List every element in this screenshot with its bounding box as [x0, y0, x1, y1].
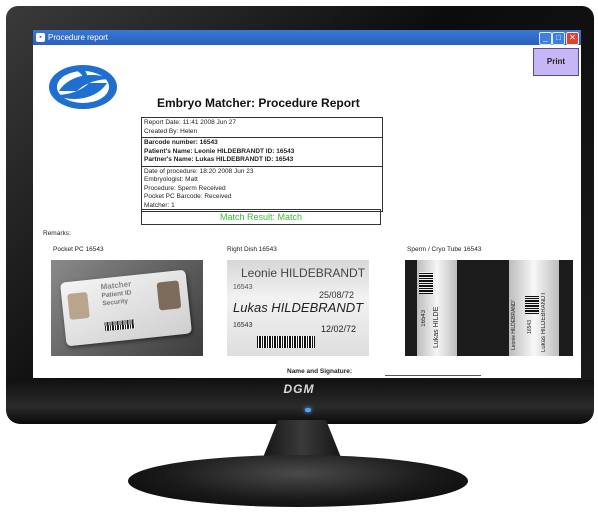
window-title: Procedure report — [48, 33, 109, 42]
maximize-button[interactable]: □ — [552, 32, 565, 45]
monitor-stand — [128, 455, 468, 507]
report-title: Embryo Matcher: Procedure Report — [157, 96, 360, 110]
pocket-pc-caption: Pocket PC 16543 — [53, 246, 104, 253]
tube-left-barcode — [419, 272, 433, 294]
signature-label: Name and Signature: — [287, 368, 353, 375]
dish-date-2: 12/02/72 — [321, 324, 357, 334]
tube-right-barcode — [525, 296, 539, 314]
signature-line[interactable] — [385, 375, 481, 376]
window-titlebar[interactable]: ▪ Procedure report _ □ ✕ — [33, 30, 581, 45]
date-of-procedure: Date of procedure: 18:20 2008 Jun 23 — [144, 167, 254, 175]
tube-left-number: 16543 — [421, 310, 427, 327]
minimize-button[interactable]: _ — [539, 32, 552, 45]
monitor-neck — [262, 420, 342, 460]
dish-name-1: Leonie HILDEBRANDT — [241, 266, 366, 280]
app-icon: ▪ — [36, 33, 45, 42]
pocket-pc-barcode: Pocket PC Barcode: Received — [144, 193, 232, 200]
barcode-number: Barcode number: 16543 — [144, 139, 218, 146]
dish-number-1: 16543 — [233, 284, 253, 291]
cryo-tube-caption: Sperm / Cryo Tube 16543 — [407, 246, 482, 253]
dish-number-2: 16543 — [233, 322, 253, 329]
tube-right: Leonie HILDEBRANDT Lukas HILDEBRANDT 165… — [509, 260, 559, 356]
card-line2: Security — [102, 297, 129, 308]
created-by: Created By: Helen — [144, 127, 198, 135]
right-dish-caption: Right Dish 16543 — [227, 246, 277, 253]
report-info-box: Report Date: 11:41 2008 Jun 27 Created B… — [141, 117, 383, 212]
tube-right-label-2: Lukas HILDEBRANDT — [541, 291, 547, 352]
patient-section: Barcode number: 16543 Patient's Name: Le… — [142, 137, 382, 166]
tube-right-label-1: Leonie HILDEBRANDT — [511, 300, 517, 350]
report-meta-section: Report Date: 11:41 2008 Jun 27 Created B… — [142, 118, 382, 137]
close-button[interactable]: ✕ — [566, 32, 579, 45]
dish-barcode — [257, 336, 315, 348]
right-dish-photo: Leonie HILDEBRANDT 16543 25/08/72 Lukas … — [227, 260, 369, 356]
tube-left: Lukas HILDE 16543 — [417, 260, 457, 356]
embryologist: Embryologist: Matt — [144, 176, 198, 183]
tube-left-label: Lukas HILDE — [433, 306, 440, 348]
clinic-logo — [49, 65, 117, 109]
tube-right-number: 16543 — [527, 320, 533, 334]
card-photo-right — [156, 280, 182, 311]
pocket-pc-photo: Matcher Patient ID Security — [51, 260, 203, 356]
dish-name-2: Lukas HILDEBRANDT — [233, 300, 364, 315]
remarks-label: Remarks: — [43, 230, 71, 237]
card-barcode — [104, 319, 136, 332]
cryo-tube-photo: Lukas HILDE 16543 Leonie HILDEBRANDT Luk… — [405, 260, 573, 356]
report-date: Report Date: 11:41 2008 Jun 27 — [144, 119, 237, 126]
dish-date-1: 25/08/72 — [319, 290, 355, 300]
match-result: Match Result: Match — [141, 209, 381, 225]
power-led — [305, 408, 311, 412]
monitor-brand-logo: DGM — [283, 382, 315, 396]
partner-name: Partner's Name: Lukas HILDEBRANDT ID: 16… — [144, 156, 294, 163]
patient-name: Patient's Name: Leonie HILDEBRANDT ID: 1… — [144, 147, 295, 155]
card-photo-left — [67, 291, 90, 320]
screen: ▪ Procedure report _ □ ✕ Print Embryo Ma… — [33, 30, 581, 378]
procedure: Procedure: Sperm Received — [144, 184, 226, 192]
procedure-section: Date of procedure: 18:20 2008 Jun 23 Emb… — [142, 165, 382, 212]
patient-id-card: Matcher Patient ID Security — [60, 269, 192, 347]
print-button[interactable]: Print — [533, 48, 579, 76]
